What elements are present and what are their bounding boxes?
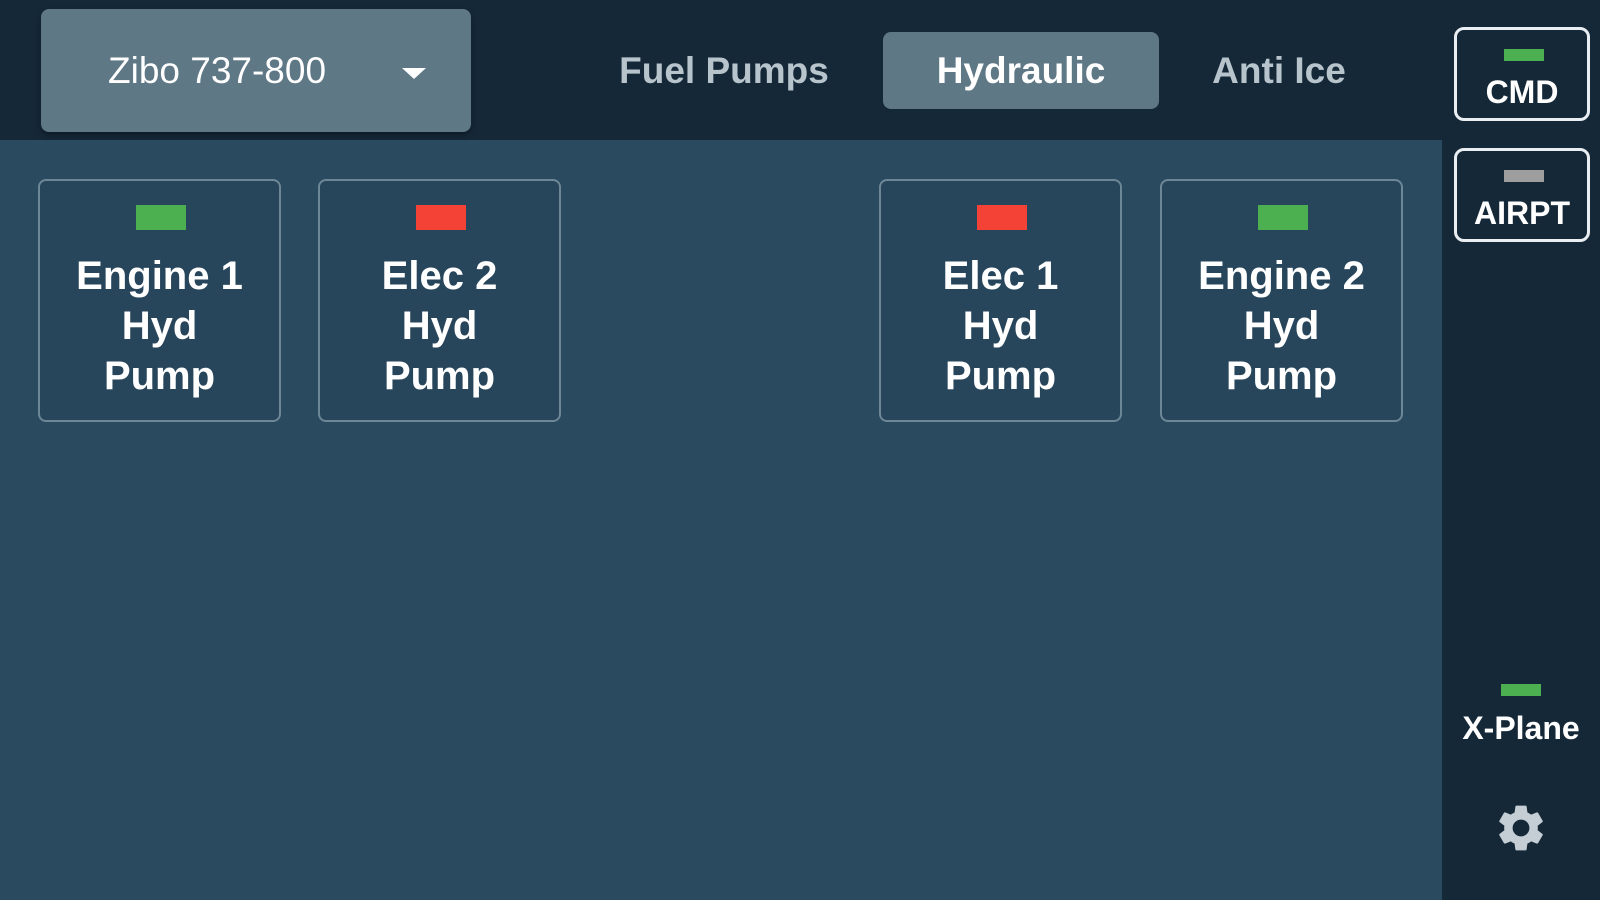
pump-label: Engine 2 Hyd Pump xyxy=(1162,251,1401,401)
pump-label-line: Engine 2 xyxy=(1198,254,1365,298)
top-bar: Zibo 737-800 Fuel Pumps Hydraulic Anti I… xyxy=(0,0,1442,140)
pump-label-line: Pump xyxy=(1225,354,1338,398)
airpt-button[interactable]: AIRPT xyxy=(1454,148,1590,242)
pump-label-line: Hyd xyxy=(401,304,478,348)
airpt-label: AIRPT xyxy=(1474,195,1570,231)
tab-hydraulic[interactable]: Hydraulic xyxy=(883,32,1159,109)
app: Zibo 737-800 Fuel Pumps Hydraulic Anti I… xyxy=(0,0,1600,900)
pump-label-line: Pump xyxy=(383,354,496,398)
pump-label-line: Engine 1 xyxy=(76,254,243,298)
elec-1-hyd-pump-button[interactable]: Elec 1 Hyd Pump xyxy=(879,179,1122,422)
engine-2-hyd-pump-button[interactable]: Engine 2 Hyd Pump xyxy=(1160,179,1403,422)
cmd-button[interactable]: CMD xyxy=(1454,27,1590,121)
right-sidebar: CMD AIRPT X-Plane xyxy=(1442,0,1600,900)
airpt-status-indicator xyxy=(1504,170,1544,182)
aircraft-select-value: Zibo 737-800 xyxy=(108,50,327,91)
pump-label-line: Pump xyxy=(103,354,216,398)
tab-anti-ice[interactable]: Anti Ice xyxy=(1183,32,1375,109)
xplane-connection-status: X-Plane xyxy=(1442,680,1600,750)
gear-icon[interactable] xyxy=(1493,800,1549,856)
pump-label-line: Hyd xyxy=(962,304,1039,348)
cmd-status-indicator xyxy=(1504,49,1544,61)
pump-label: Elec 2 Hyd Pump xyxy=(320,251,559,401)
pump-label-line: Elec 1 xyxy=(942,254,1059,298)
xplane-status-indicator xyxy=(1501,684,1541,696)
pump-label: Engine 1 Hyd Pump xyxy=(40,251,279,401)
chevron-down-icon xyxy=(402,68,426,79)
xplane-label: X-Plane xyxy=(1462,710,1580,746)
status-indicator xyxy=(136,205,186,230)
status-indicator xyxy=(1258,205,1308,230)
pump-label-line: Hyd xyxy=(121,304,198,348)
pump-label-line: Elec 2 xyxy=(381,254,498,298)
cmd-label: CMD xyxy=(1485,74,1559,110)
pump-label-line: Pump xyxy=(944,354,1057,398)
pump-label-line: Hyd xyxy=(1243,304,1320,348)
status-indicator xyxy=(416,205,466,230)
elec-2-hyd-pump-button[interactable]: Elec 2 Hyd Pump xyxy=(318,179,561,422)
status-indicator xyxy=(977,205,1027,230)
pump-label: Elec 1 Hyd Pump xyxy=(881,251,1120,401)
aircraft-select[interactable]: Zibo 737-800 xyxy=(41,9,471,132)
tab-fuel-pumps[interactable]: Fuel Pumps xyxy=(594,32,854,109)
engine-1-hyd-pump-button[interactable]: Engine 1 Hyd Pump xyxy=(38,179,281,422)
